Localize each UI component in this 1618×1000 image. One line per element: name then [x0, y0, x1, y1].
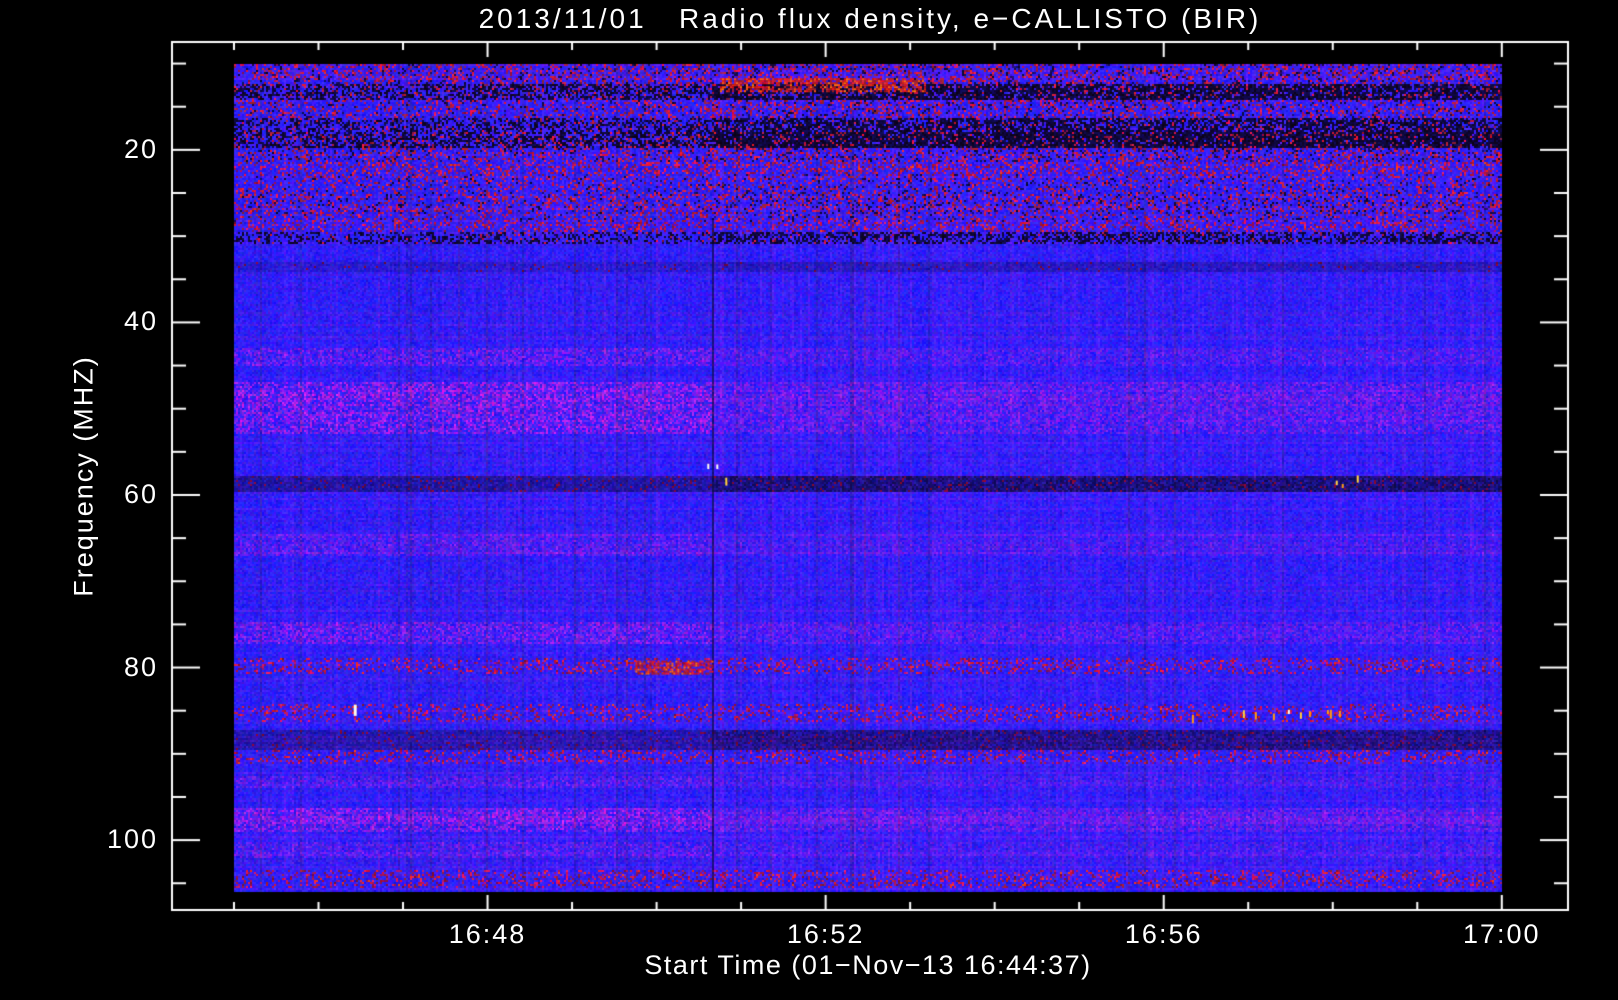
- callisto-spectrogram-screen: { "chart_data": { "type": "heatmap", "ti…: [0, 0, 1618, 1000]
- x-tick-label: 16:52: [786, 919, 865, 949]
- spectrogram-canvas: [0, 0, 1618, 1000]
- x-tick-label: 16:48: [448, 919, 527, 949]
- x-axis-label: Start Time (01−Nov−13 16:44:37): [644, 950, 1092, 980]
- y-tick-label: 20: [123, 133, 158, 164]
- chart-title: 2013/11/01 Radio flux density, e−CALLIST…: [478, 3, 1262, 34]
- x-tick-label: 17:00: [1462, 919, 1541, 949]
- y-tick-label: 60: [123, 478, 158, 509]
- x-tick-label: 16:56: [1124, 919, 1203, 949]
- y-tick-label: 80: [123, 651, 158, 682]
- y-axis-label: Frequency (MHZ): [68, 355, 99, 597]
- y-tick-label: 100: [106, 824, 158, 855]
- y-tick-label: 40: [123, 306, 158, 337]
